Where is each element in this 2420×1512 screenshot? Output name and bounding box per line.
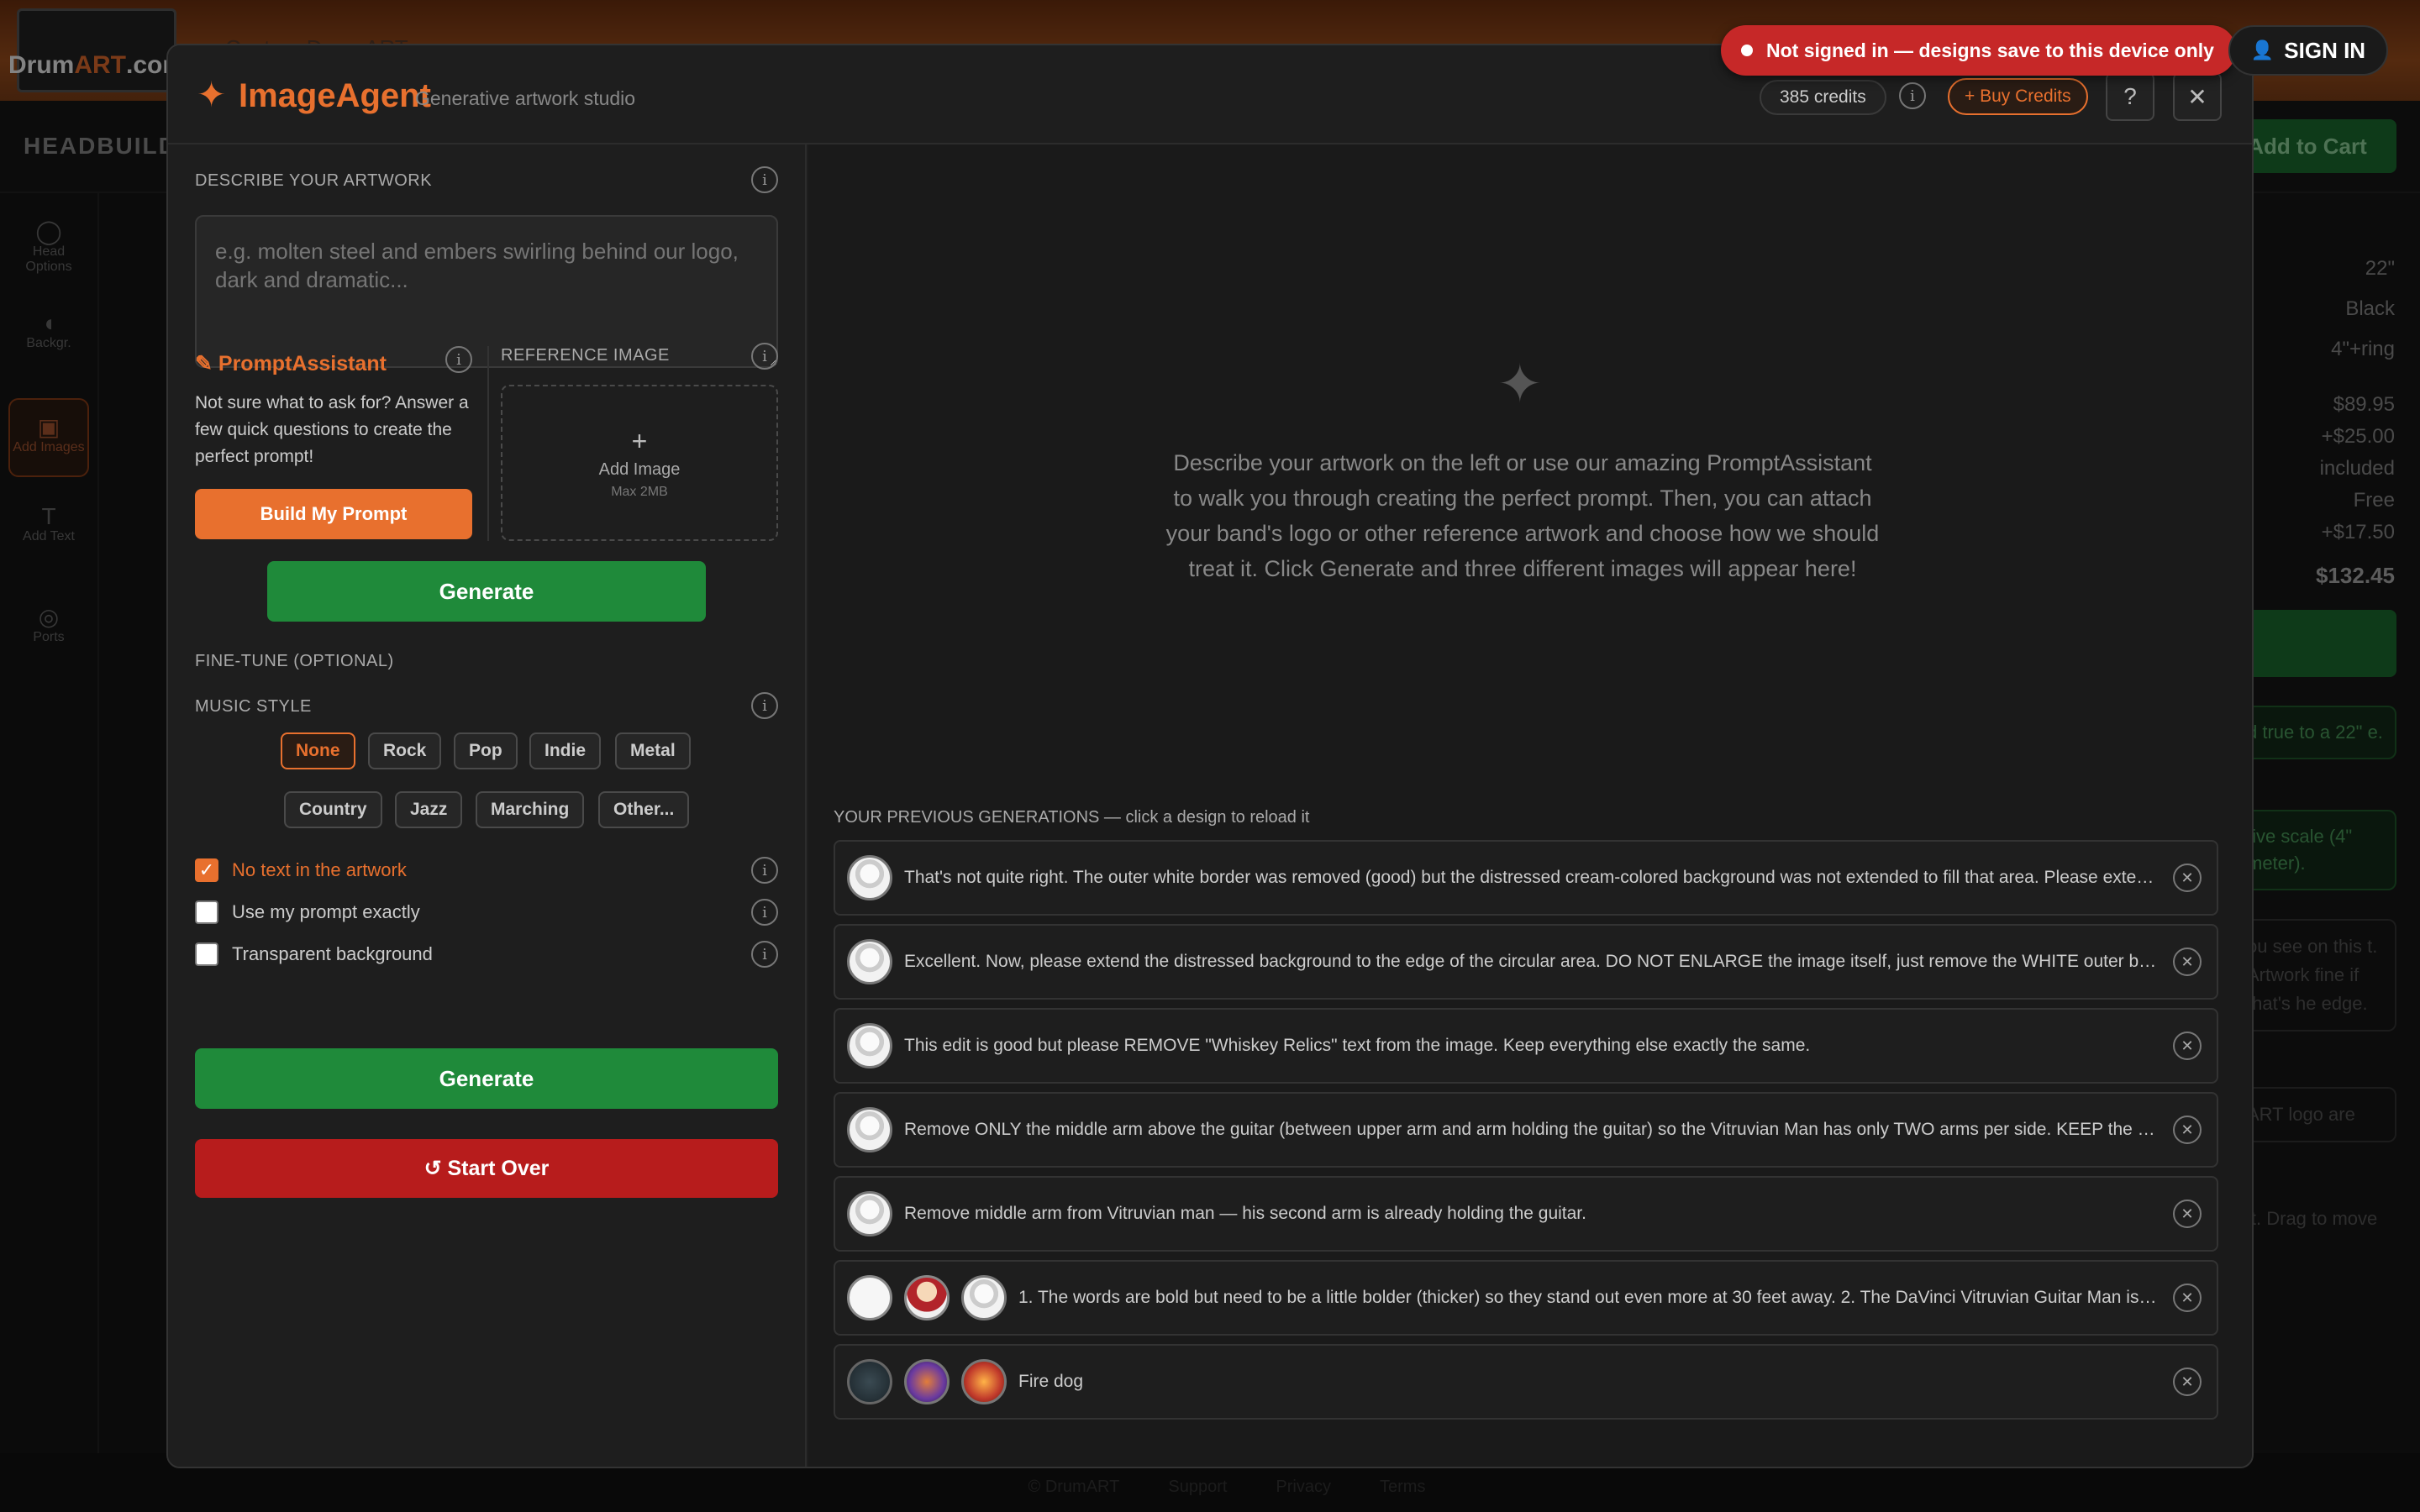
music-style-label: MUSIC STYLE <box>195 697 312 716</box>
not-signed-in-banner: Not signed in — designs save to this dev… <box>1721 25 2236 76</box>
prompt-assistant-info-icon[interactable]: i <box>445 346 472 373</box>
prompt-assistant-text: Not sure what to ask for? Answer a few q… <box>195 393 469 466</box>
generation-row[interactable]: Fire dog ✕ <box>834 1344 2218 1420</box>
option-info-icon[interactable]: i <box>751 941 778 968</box>
delete-generation-icon[interactable]: ✕ <box>2173 1284 2202 1312</box>
delete-generation-icon[interactable]: ✕ <box>2173 864 2202 892</box>
prompt-assistant-title: ✎ PromptAssistant <box>195 352 387 375</box>
sparkle-icon: ✦ <box>1497 354 1543 414</box>
generation-thumbnail[interactable] <box>847 1275 892 1320</box>
option-label: Use my prompt exactly <box>232 901 420 922</box>
style-chip-country[interactable]: Country <box>284 791 382 828</box>
previous-generations-label: YOUR PREVIOUS GENERATIONS — click a desi… <box>834 808 1310 827</box>
previous-generations-list[interactable]: That's not quite right. The outer white … <box>834 840 2218 1467</box>
generation-thumbnail[interactable] <box>847 855 892 900</box>
generation-thumbnail[interactable] <box>847 1191 892 1236</box>
finetune-label: FINE-TUNE (OPTIONAL) <box>195 652 394 670</box>
generation-thumbnail[interactable] <box>961 1359 1007 1404</box>
generation-prompt-text: Remove ONLY the middle arm above the gui… <box>904 1120 2161 1139</box>
generation-thumbnail[interactable] <box>847 1023 892 1068</box>
user-icon: 👤 <box>2250 39 2275 60</box>
generate-button-bottom[interactable]: Generate <box>195 1048 778 1109</box>
reference-image-dropzone[interactable]: + Add Image Max 2MB <box>501 385 778 541</box>
results-panel: ✦ Describe your artwork on the left or u… <box>808 144 2252 1467</box>
style-chip-indie[interactable]: Indie <box>529 732 602 769</box>
status-dot-icon <box>1741 45 1753 56</box>
checkbox-checked-icon[interactable]: ✓ <box>195 858 218 882</box>
empty-state-text: Describe your artwork on the left or use… <box>1165 450 1880 581</box>
close-button[interactable]: ✕ <box>2173 72 2222 121</box>
generation-thumbnail[interactable] <box>847 939 892 984</box>
option-label: Transparent background <box>232 943 433 964</box>
build-my-prompt-button[interactable]: Build My Prompt <box>195 489 472 539</box>
generation-row[interactable]: 1. The words are bold but need to be a l… <box>834 1260 2218 1336</box>
plus-icon: + <box>631 425 648 456</box>
vertical-divider <box>487 346 489 541</box>
sign-in-label: SIGN IN <box>2284 37 2366 63</box>
generation-prompt-text: That's not quite right. The outer white … <box>904 868 2161 887</box>
music-style-info-icon[interactable]: i <box>751 692 778 719</box>
delete-generation-icon[interactable]: ✕ <box>2173 1200 2202 1228</box>
delete-generation-icon[interactable]: ✕ <box>2173 948 2202 976</box>
style-chip-metal[interactable]: Metal <box>615 732 691 769</box>
help-button[interactable]: ? <box>2106 72 2154 121</box>
modal-subtitle: Generative artwork studio <box>415 87 636 109</box>
option-label: No text in the artwork <box>232 859 407 880</box>
delete-generation-icon[interactable]: ✕ <box>2173 1032 2202 1060</box>
option-use-prompt-exactly[interactable]: Use my prompt exactly <box>195 900 420 924</box>
artwork-prompt-input[interactable] <box>195 215 778 368</box>
style-chip-rock[interactable]: Rock <box>368 732 442 769</box>
sign-in-button[interactable]: 👤 SIGN IN <box>2228 25 2388 76</box>
generation-prompt-text: Excellent. Now, please extend the distre… <box>904 952 2161 971</box>
left-panel: DESCRIBE YOUR ARTWORK i ✎ PromptAssistan… <box>168 144 807 1467</box>
style-chip-pop[interactable]: Pop <box>454 732 518 769</box>
add-image-label: Add Image <box>598 459 681 479</box>
generation-row[interactable]: This edit is good but please REMOVE "Whi… <box>834 1008 2218 1084</box>
generation-prompt-text: Fire dog <box>1018 1372 1084 1391</box>
option-info-icon[interactable]: i <box>751 857 778 884</box>
generation-prompt-text: This edit is good but please REMOVE "Whi… <box>904 1036 1811 1055</box>
generation-prompt-text: 1. The words are bold but need to be a l… <box>1018 1288 2161 1307</box>
sparkle-icon: ✦ <box>197 75 227 114</box>
option-no-text[interactable]: ✓ No text in the artwork <box>195 858 407 882</box>
credits-info-icon[interactable]: i <box>1899 82 1926 109</box>
style-chip-marching[interactable]: Marching <box>476 791 585 828</box>
generation-row[interactable]: Remove middle arm from Vitruvian man — h… <box>834 1176 2218 1252</box>
option-info-icon[interactable]: i <box>751 899 778 926</box>
style-chip-other[interactable]: Other... <box>598 791 690 828</box>
generation-prompt-text: Remove middle arm from Vitruvian man — h… <box>904 1204 1586 1223</box>
option-transparent-background[interactable]: Transparent background <box>195 942 433 966</box>
generate-button-top[interactable]: Generate <box>267 561 706 622</box>
checkbox-unchecked-icon[interactable] <box>195 900 218 924</box>
checkbox-unchecked-icon[interactable] <box>195 942 218 966</box>
generation-row[interactable]: Excellent. Now, please extend the distre… <box>834 924 2218 1000</box>
banner-text: Not signed in — designs save to this dev… <box>1766 39 2214 61</box>
reference-image-label: REFERENCE IMAGE <box>501 346 670 365</box>
start-over-button[interactable]: ↺ Start Over <box>195 1139 778 1198</box>
generation-thumbnail[interactable] <box>847 1107 892 1152</box>
delete-generation-icon[interactable]: ✕ <box>2173 1368 2202 1396</box>
modal-title: ImageAgent <box>239 77 431 114</box>
describe-info-icon[interactable]: i <box>751 166 778 193</box>
delete-generation-icon[interactable]: ✕ <box>2173 1116 2202 1144</box>
describe-label: DESCRIBE YOUR ARTWORK <box>195 171 433 190</box>
buy-credits-button[interactable]: + Buy Credits <box>1948 78 2088 115</box>
generation-thumbnail[interactable] <box>904 1275 950 1320</box>
generation-thumbnail[interactable] <box>961 1275 1007 1320</box>
imageagent-modal: ✦ ImageAgent Generative artwork studio 3… <box>166 44 2254 1468</box>
style-chip-none[interactable]: None <box>281 732 355 769</box>
generation-thumbnail[interactable] <box>847 1359 892 1404</box>
style-chip-jazz[interactable]: Jazz <box>395 791 463 828</box>
generation-row[interactable]: Remove ONLY the middle arm above the gui… <box>834 1092 2218 1168</box>
max-size-label: Max 2MB <box>611 484 668 499</box>
generation-row[interactable]: That's not quite right. The outer white … <box>834 840 2218 916</box>
credits-badge: 385 credits <box>1760 80 1886 115</box>
generation-thumbnail[interactable] <box>904 1359 950 1404</box>
reference-info-icon[interactable]: i <box>751 343 778 370</box>
